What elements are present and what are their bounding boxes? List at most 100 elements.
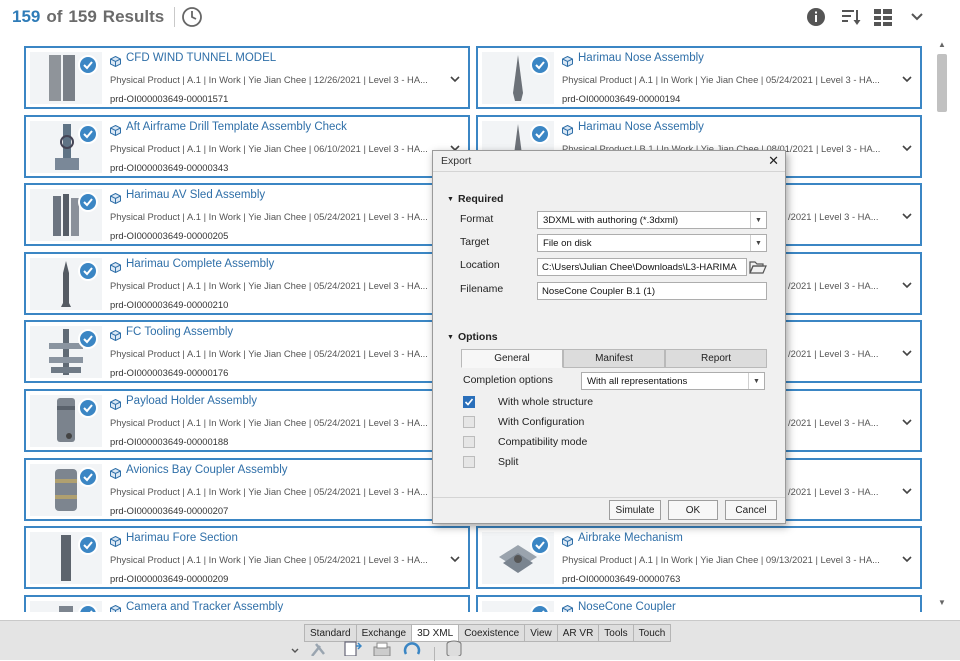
expand-chevron-icon[interactable] <box>290 643 300 661</box>
database-icon[interactable] <box>445 640 463 661</box>
scroll-down-arrow[interactable]: ▼ <box>938 598 946 607</box>
result-card[interactable]: Avionics Bay Coupler Assembly Physical Pr… <box>24 457 470 521</box>
result-card[interactable]: FC Tooling Assembly Physical Product | A.… <box>24 320 470 384</box>
close-icon[interactable]: ✕ <box>768 153 779 169</box>
filename-input[interactable]: NoseCone Coupler B.1 (1) <box>537 282 767 300</box>
filename-label: Filename <box>460 283 504 295</box>
physical-product-icon <box>562 54 573 68</box>
cancel-button[interactable]: Cancel <box>725 500 777 520</box>
compatibility-mode-checkbox[interactable] <box>463 436 475 448</box>
product-metadata: /2021 | Level 3 - HA... <box>788 485 879 497</box>
selected-check-icon[interactable] <box>78 466 98 487</box>
target-value: File on disk <box>543 238 592 249</box>
expand-chevron-icon[interactable] <box>900 209 914 223</box>
tab-manifest[interactable]: Manifest <box>563 349 665 368</box>
tab-report[interactable]: Report <box>665 349 767 368</box>
physical-product-icon <box>562 534 573 548</box>
whole-structure-checkbox[interactable] <box>463 396 475 408</box>
selected-check-icon[interactable] <box>530 55 550 75</box>
chevron-down-icon[interactable] <box>906 6 928 28</box>
target-select[interactable]: File on disk ▼ <box>537 234 767 252</box>
product-metadata: Physical Product | A.1 | In Work | Yie J… <box>562 554 880 566</box>
product-metadata: Physical Product | A.1 | In Work | Yie J… <box>110 74 428 85</box>
toolbar-tab-tools[interactable]: Tools <box>598 624 633 642</box>
toolbar-tab-touch[interactable]: Touch <box>632 624 672 642</box>
product-id: prd-OI000003649-00000343 <box>110 161 229 173</box>
product-title[interactable]: NoseCone Coupler <box>578 601 676 612</box>
ok-button[interactable]: OK <box>668 500 718 520</box>
toolbar-tab-view[interactable]: View <box>524 624 557 642</box>
product-title[interactable]: FC Tooling Assembly <box>126 326 233 338</box>
scroll-thumb[interactable] <box>937 54 947 112</box>
product-title[interactable]: CFD WIND TUNNEL MODEL <box>126 52 276 64</box>
scroll-up-arrow[interactable]: ▲ <box>938 40 946 49</box>
view-layout-icon[interactable] <box>872 6 894 28</box>
selected-check-icon[interactable] <box>530 123 550 144</box>
tools-icon[interactable] <box>310 642 332 661</box>
expand-chevron-icon[interactable] <box>900 552 914 566</box>
expand-chevron-icon[interactable] <box>900 415 914 429</box>
result-card[interactable]: Payload Holder Assembly Physical Product … <box>24 389 470 452</box>
expand-chevron-icon[interactable] <box>448 72 462 86</box>
selected-check-icon[interactable] <box>78 123 98 144</box>
expand-chevron-icon[interactable] <box>900 484 914 498</box>
selected-check-icon[interactable] <box>78 55 98 75</box>
history-icon[interactable] <box>181 6 203 28</box>
product-title[interactable]: Avionics Bay Coupler Assembly <box>126 464 288 476</box>
product-title[interactable]: Harimau Fore Section <box>126 532 238 544</box>
location-input[interactable]: C:\Users\Julian Chee\Downloads\L3-HARIMA <box>537 258 747 276</box>
format-select[interactable]: 3DXML with authoring (*.3dxml) ▼ <box>537 211 767 229</box>
product-title[interactable]: Harimau AV Sled Assembly <box>126 189 265 201</box>
product-id: prd-OI000003649-00000207 <box>110 504 229 516</box>
result-card[interactable]: Harimau Complete Assembly Physical Produc… <box>24 251 470 315</box>
footer-divider <box>433 497 785 498</box>
expand-chevron-icon[interactable] <box>900 346 914 360</box>
info-icon[interactable] <box>805 6 827 28</box>
undo-icon[interactable] <box>402 642 424 661</box>
expand-chevron-icon[interactable] <box>900 278 914 292</box>
result-card[interactable]: Harimau Fore Section Physical Product | A… <box>24 526 470 590</box>
selected-check-icon[interactable] <box>78 260 98 281</box>
product-title[interactable]: Aft Airframe Drill Template Assembly Che… <box>126 121 347 133</box>
result-count-number: 159 <box>12 7 41 26</box>
result-card[interactable]: Airbrake Mechanism Physical Product | A.1… <box>476 526 922 590</box>
location-label: Location <box>460 259 500 271</box>
toolbar-tab-coexistence[interactable]: Coexistence <box>458 624 525 642</box>
folder-open-icon[interactable] <box>749 259 767 275</box>
result-card[interactable]: Aft Airframe Drill Template Assembly Che… <box>24 114 470 178</box>
expand-chevron-icon[interactable] <box>900 72 914 86</box>
completion-options-select[interactable]: With all representations ▼ <box>581 372 765 390</box>
result-card[interactable]: Harimau AV Sled Assembly Physical Product… <box>24 183 470 247</box>
export-dialog: Export ✕ ▼ Required Format 3DXML with au… <box>432 150 786 524</box>
result-card[interactable]: Harimau Nose Assembly Physical Product | … <box>476 46 922 109</box>
print-icon[interactable] <box>372 642 392 661</box>
header-divider <box>174 7 176 27</box>
product-metadata: /2021 | Level 3 - HA... <box>788 417 879 428</box>
simulate-button[interactable]: Simulate <box>609 500 661 520</box>
required-section-toggle[interactable]: ▼ Required <box>447 193 503 205</box>
expand-chevron-icon[interactable] <box>900 141 914 155</box>
product-title[interactable]: Payload Holder Assembly <box>126 395 257 407</box>
result-card[interactable]: Camera and Tracker Assembly <box>24 594 470 612</box>
options-section-toggle[interactable]: ▼ Options <box>447 331 498 343</box>
sort-icon[interactable] <box>839 6 861 28</box>
result-card[interactable]: CFD WIND TUNNEL MODEL Physical Product | … <box>24 46 470 109</box>
product-title[interactable]: Harimau Complete Assembly <box>126 258 274 270</box>
results-scrollbar[interactable]: ▲ ▼ <box>934 40 950 610</box>
product-title[interactable]: Harimau Nose Assembly <box>578 121 704 133</box>
selected-check-icon[interactable] <box>78 398 98 418</box>
configuration-checkbox[interactable] <box>463 416 475 428</box>
export-document-icon[interactable] <box>342 640 363 661</box>
result-total: 159 <box>68 7 97 26</box>
of-label: of <box>46 7 63 26</box>
split-checkbox[interactable] <box>463 456 475 468</box>
product-title[interactable]: Airbrake Mechanism <box>578 532 683 544</box>
toolbar-tab-ar-vr[interactable]: AR VR <box>556 624 599 642</box>
toolbar-tab-exchange[interactable]: Exchange <box>355 624 412 642</box>
dialog-title: Export <box>441 155 472 167</box>
product-title[interactable]: Harimau Nose Assembly <box>578 52 704 64</box>
result-card[interactable]: NoseCone Coupler <box>476 594 922 612</box>
tab-general[interactable]: General <box>461 349 563 368</box>
product-title[interactable]: Camera and Tracker Assembly <box>126 601 283 612</box>
expand-chevron-icon[interactable] <box>448 552 462 566</box>
